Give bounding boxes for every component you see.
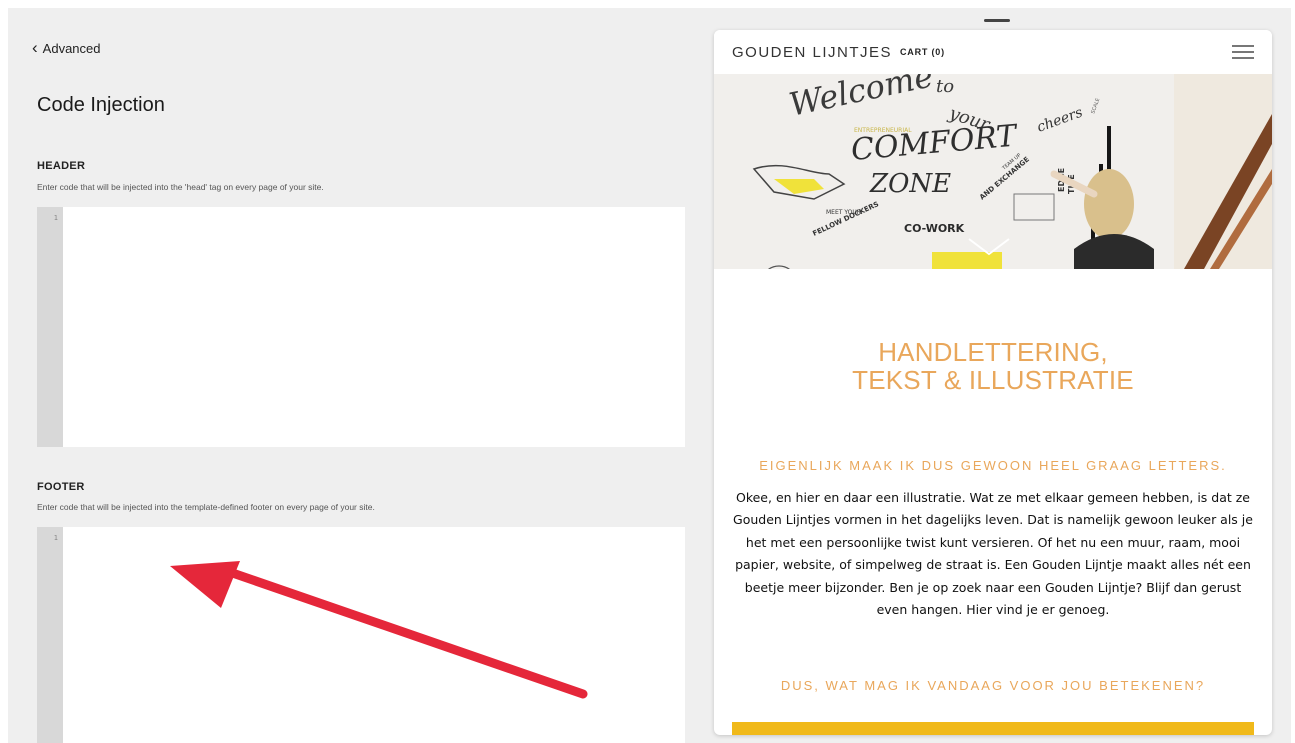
header-section-description: Enter code that will be injected into th…: [37, 182, 324, 192]
back-label: Advanced: [42, 41, 101, 56]
line-number: 1: [53, 214, 58, 222]
line-number-gutter: 1: [37, 207, 63, 447]
main-heading-line-1: HANDLETTERING,: [878, 337, 1108, 367]
site-header: GOUDEN LIJNTJES CART (0): [714, 30, 1272, 74]
back-button[interactable]: ‹ Advanced: [32, 38, 101, 57]
code-injection-page: ‹ Advanced Code Injection HEADER Enter c…: [8, 8, 1291, 743]
cta-heading: DUS, WAT MAG IK VANDAAG VOOR JOU BETEKEN…: [780, 678, 1206, 693]
footer-section-label: FOOTER: [37, 481, 85, 493]
to-lettering: to: [936, 76, 954, 97]
header-code-editor[interactable]: 1: [37, 207, 685, 447]
cowork-lettering: CO-WORK: [904, 222, 965, 235]
panel-drag-handle[interactable]: [984, 19, 1010, 22]
hamburger-menu-icon[interactable]: [1232, 45, 1254, 59]
intro-paragraph: Okee, en hier en daar een illustratie. W…: [733, 490, 1253, 618]
zone-lettering: ZONE: [869, 169, 951, 199]
header-section-label: HEADER: [37, 160, 86, 172]
footer-code-editor[interactable]: 1: [37, 527, 685, 743]
footer-section-description: Enter code that will be injected into th…: [37, 502, 375, 512]
hero-mural-image: Welcome to your ENTREPRENEURIAL COMFORT …: [714, 74, 1272, 269]
yellow-content-block: [732, 722, 1254, 735]
site-preview: GOUDEN LIJNTJES CART (0) Welcome to your…: [714, 30, 1272, 735]
main-heading-line-2: TEKST & ILLUSTRATIE: [852, 365, 1134, 395]
hero-image: Welcome to your ENTREPRENEURIAL COMFORT …: [714, 74, 1272, 269]
sub-heading: EIGENLIJK MAAK IK DUS GEWOON HEEL GRAAG …: [759, 458, 1227, 473]
line-number-gutter: 1: [37, 527, 63, 743]
chevron-left-icon: ‹: [32, 38, 38, 57]
cart-link[interactable]: CART (0): [900, 47, 945, 57]
main-heading: HANDLETTERING, TEKST & ILLUSTRATIE: [714, 338, 1272, 394]
page-title: Code Injection: [37, 94, 165, 116]
line-number: 1: [53, 534, 58, 542]
site-logo[interactable]: GOUDEN LIJNTJES: [732, 44, 892, 61]
